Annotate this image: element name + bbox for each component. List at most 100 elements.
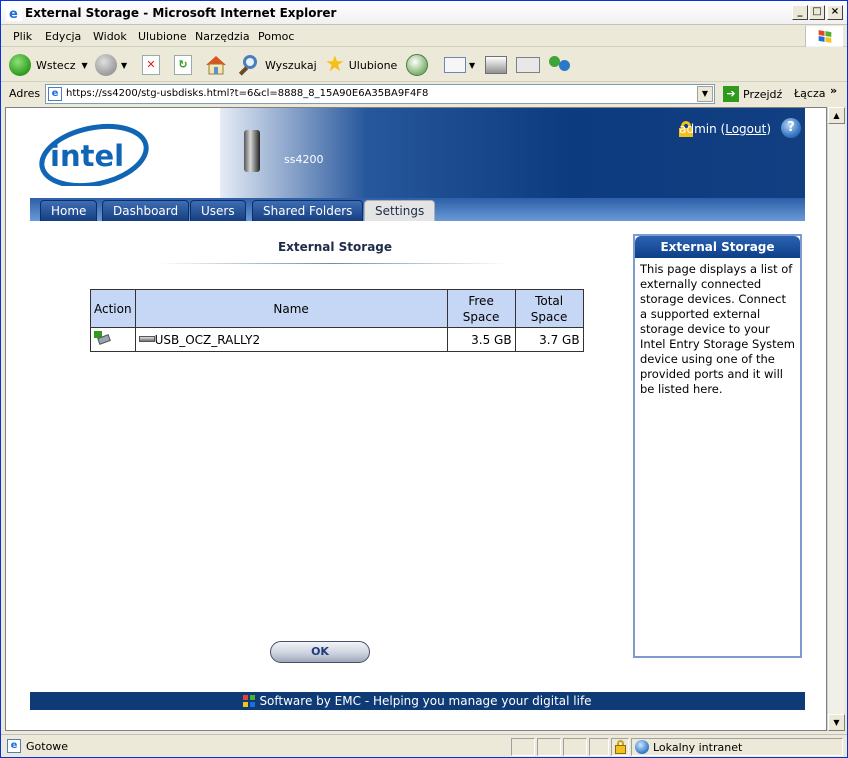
- help-panel-title: External Storage: [635, 236, 800, 258]
- storage-table: Action Name Free Space Total Space USB_O…: [90, 289, 584, 352]
- tab-shared-folders[interactable]: Shared Folders: [252, 200, 364, 221]
- page-viewport: intel ss4200 admin (Logout) ? Home Dashb…: [5, 107, 827, 731]
- address-bar: Adres e https://ss4200/stg-usbdisks.html…: [1, 83, 847, 105]
- history-icon: [406, 54, 428, 76]
- total-space-cell: 3.7 GB: [514, 327, 584, 352]
- security-lock-pane: [611, 738, 629, 756]
- menu-bar: Plik Edycja Widok Ulubione Narzędzia Pom…: [1, 26, 847, 47]
- favorites-button[interactable]: ★ Ulubione: [325, 52, 397, 78]
- printer-icon: [485, 56, 507, 74]
- chevron-down-icon: ▼: [121, 60, 128, 70]
- table-header-row: Action Name Free Space Total Space: [90, 289, 584, 328]
- edit-button[interactable]: [516, 52, 540, 78]
- browser-window: e External Storage - Microsoft Internet …: [0, 0, 848, 758]
- status-page-icon: e: [7, 739, 21, 753]
- page-title: External Storage: [277, 240, 393, 254]
- mail-button[interactable]: ▼: [444, 52, 475, 78]
- action-cell: [90, 327, 136, 352]
- status-text: Gotowe: [26, 740, 69, 753]
- search-button[interactable]: Wyszukaj: [238, 52, 317, 78]
- column-header-action: Action: [90, 289, 136, 328]
- toolbar: Wstecz ▼ ▼ ✕ ↻ Wyszukaj ★ Ulubione ▼: [1, 48, 847, 82]
- window-title: External Storage - Microsoft Internet Ex…: [25, 6, 337, 20]
- intel-logo: intel: [39, 123, 149, 186]
- forward-arrow-icon: [95, 54, 117, 76]
- svg-text:e: e: [9, 7, 18, 21]
- vertical-scrollbar[interactable]: ▲ ▼: [827, 107, 845, 731]
- back-button[interactable]: Wstecz ▼: [9, 52, 88, 78]
- tab-dashboard[interactable]: Dashboard: [102, 200, 190, 221]
- status-bar: e Gotowe Lokalny intranet: [1, 734, 847, 757]
- search-icon: [238, 54, 261, 76]
- table-row: USB_OCZ_RALLY2 3.5 GB 3.7 GB: [90, 327, 584, 352]
- page-icon: e: [48, 87, 62, 101]
- help-icon[interactable]: ?: [781, 118, 801, 138]
- forward-button[interactable]: ▼: [95, 52, 127, 78]
- minimize-button[interactable]: _: [792, 5, 808, 20]
- emc-logo-icon: [243, 695, 256, 707]
- stop-button[interactable]: ✕: [142, 52, 160, 78]
- maximize-button[interactable]: □: [809, 5, 825, 20]
- nas-device-icon: [244, 130, 260, 172]
- messenger-icon: [549, 54, 571, 76]
- name-cell: USB_OCZ_RALLY2: [134, 327, 448, 352]
- go-arrow-icon: ➔: [723, 86, 739, 102]
- refresh-icon: ↻: [174, 55, 192, 75]
- scroll-up-icon[interactable]: ▲: [828, 107, 845, 124]
- logout-link[interactable]: Logout: [725, 122, 766, 136]
- windows-logo-icon: [805, 26, 843, 47]
- column-header-total-space: Total Space: [514, 289, 584, 328]
- print-button[interactable]: [485, 52, 507, 78]
- lock-icon: [615, 740, 626, 754]
- mail-icon: [444, 57, 466, 73]
- menu-edit[interactable]: Edycja: [45, 30, 81, 43]
- address-dropdown-icon[interactable]: ▼: [697, 86, 713, 102]
- tab-settings[interactable]: Settings: [364, 200, 436, 221]
- status-pane: [511, 738, 535, 756]
- user-info: admin (Logout): [679, 122, 771, 136]
- menu-favorites[interactable]: Ulubione: [138, 30, 187, 43]
- home-button[interactable]: [204, 52, 228, 78]
- eject-device-icon[interactable]: [94, 331, 111, 345]
- usb-drive-icon: [138, 335, 155, 342]
- column-header-free-space: Free Space: [446, 289, 516, 328]
- footer-text: Software by EMC - Helping you manage you…: [259, 694, 592, 708]
- home-icon: [206, 56, 226, 75]
- chevron-down-icon: ▼: [81, 60, 88, 70]
- ie-logo-icon: e: [6, 5, 22, 21]
- star-icon: ★: [325, 52, 345, 77]
- free-space-cell: 3.5 GB: [446, 327, 516, 352]
- device-name-value: USB_OCZ_RALLY2: [154, 332, 261, 347]
- address-label: Adres: [9, 87, 41, 100]
- zone-text: Lokalny intranet: [653, 741, 743, 754]
- address-input[interactable]: e https://ss4200/stg-usbdisks.html?t=6&c…: [45, 84, 715, 104]
- intranet-icon: [635, 740, 649, 754]
- svg-text:intel: intel: [50, 139, 124, 173]
- username: admin: [679, 122, 717, 136]
- title-bar: e External Storage - Microsoft Internet …: [1, 1, 847, 25]
- refresh-button[interactable]: ↻: [174, 52, 192, 78]
- messenger-button[interactable]: [549, 52, 571, 78]
- stop-icon: ✕: [142, 55, 160, 75]
- ok-button[interactable]: OK: [270, 641, 370, 663]
- menu-help[interactable]: Pomoc: [258, 30, 294, 43]
- close-button[interactable]: ×: [827, 5, 843, 20]
- edit-icon: [516, 57, 540, 73]
- links-button[interactable]: Łącza: [794, 87, 826, 100]
- double-chevron-icon[interactable]: »: [830, 84, 837, 97]
- menu-file[interactable]: Plik: [13, 30, 32, 43]
- device-name: ss4200: [284, 153, 324, 166]
- history-button[interactable]: [406, 52, 428, 78]
- help-panel-text: This page displays a list of externally …: [640, 262, 795, 396]
- menu-view[interactable]: Widok: [93, 30, 127, 43]
- help-panel: External Storage This page displays a li…: [633, 234, 802, 658]
- go-button[interactable]: ➔ Przejdź: [723, 84, 782, 104]
- column-header-name: Name: [134, 289, 448, 328]
- chevron-down-icon: ▼: [469, 60, 476, 70]
- tab-users[interactable]: Users: [190, 200, 246, 221]
- zone-pane: Lokalny intranet: [631, 738, 843, 756]
- status-pane: [589, 738, 609, 756]
- menu-tools[interactable]: Narzędzia: [195, 30, 250, 43]
- scroll-down-icon[interactable]: ▼: [828, 714, 845, 731]
- tab-home[interactable]: Home: [40, 200, 98, 221]
